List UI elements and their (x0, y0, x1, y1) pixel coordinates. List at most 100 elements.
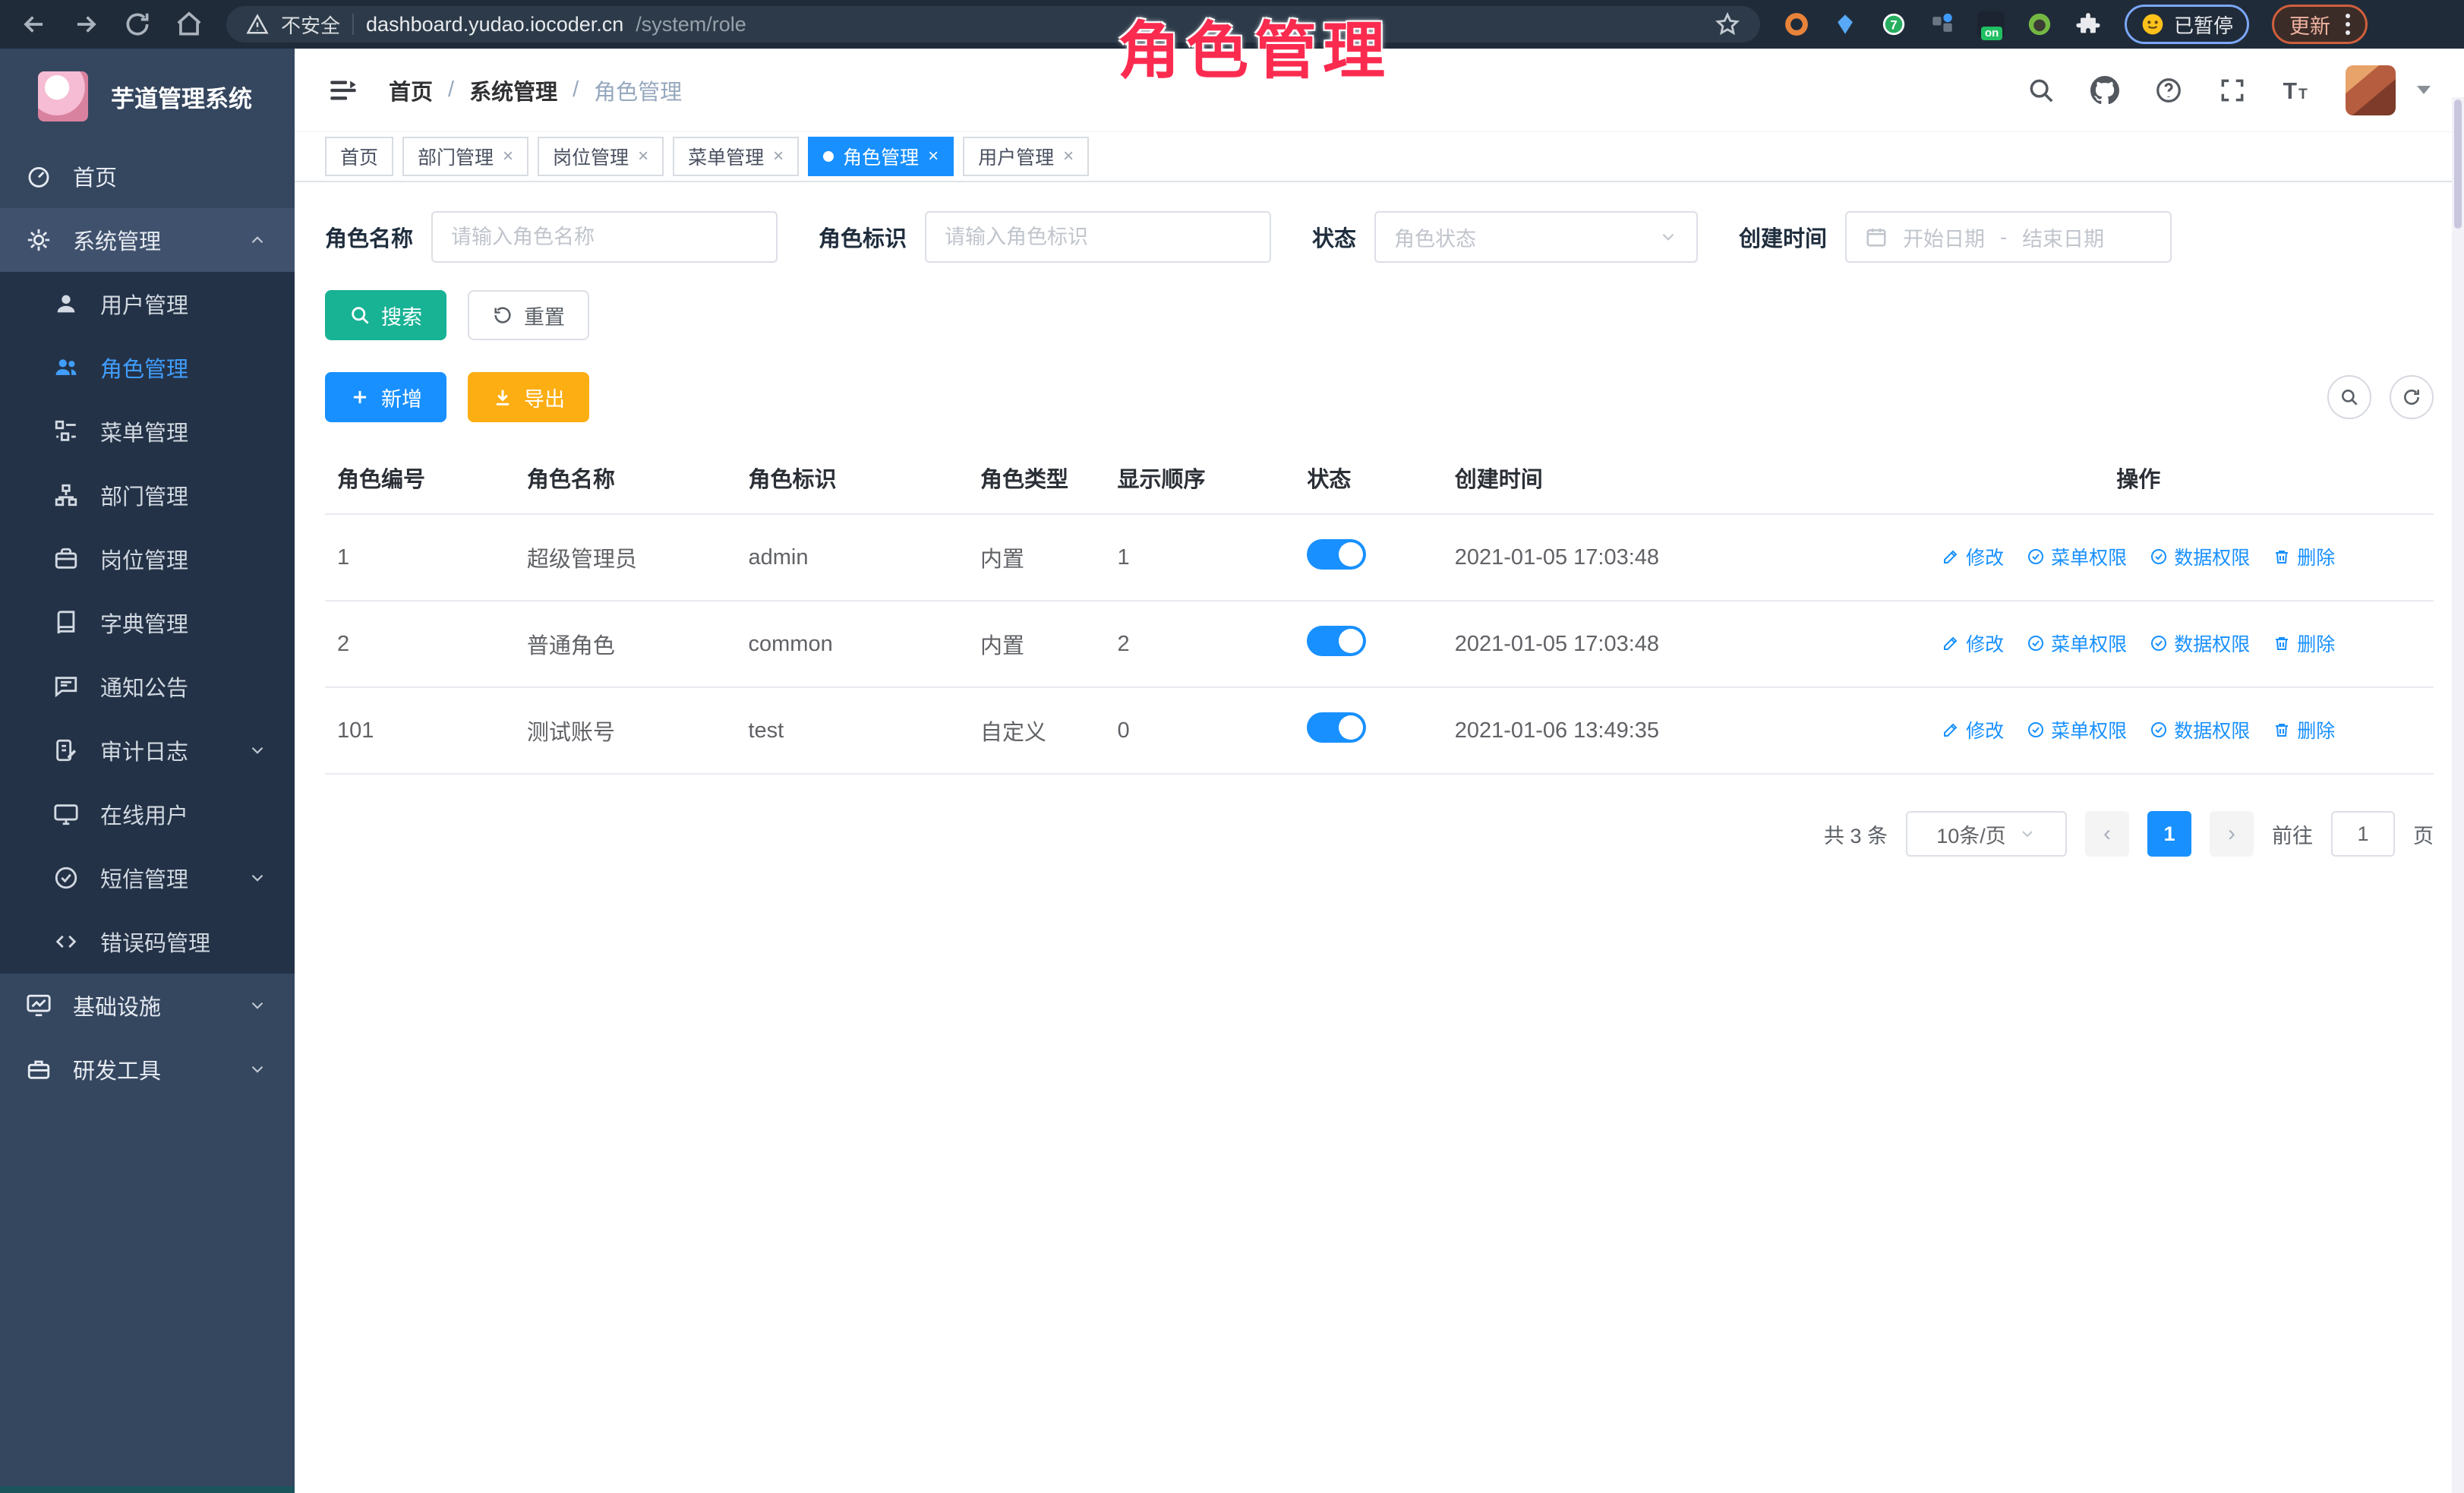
tab-用户管理[interactable]: 用户管理× (963, 137, 1089, 176)
delete-link[interactable]: 删除 (2273, 630, 2335, 657)
edit-link[interactable]: 修改 (1942, 630, 2004, 657)
forward-icon[interactable] (71, 10, 100, 39)
close-icon[interactable]: × (928, 147, 939, 166)
security-label: 不安全 (281, 11, 340, 39)
edit-link[interactable]: 修改 (1942, 716, 2004, 743)
export-button[interactable]: 导出 (468, 372, 589, 422)
status-toggle[interactable] (1307, 539, 1366, 570)
scrollbar-thumb[interactable] (2454, 99, 2462, 229)
role-key-input[interactable] (925, 211, 1271, 263)
sidebar-item-post[interactable]: 岗位管理 (0, 527, 295, 591)
kebab-menu-icon[interactable] (2346, 14, 2350, 35)
refresh-table-button[interactable] (2390, 375, 2434, 419)
vertical-scrollbar[interactable] (2452, 97, 2464, 1493)
tab-角色管理[interactable]: 角色管理× (808, 137, 954, 176)
sidebar-item-system[interactable]: 系统管理 (0, 208, 295, 272)
delete-link[interactable]: 删除 (2273, 543, 2335, 570)
sidebar-item-label: 用户管理 (100, 288, 188, 320)
extension-target-icon[interactable] (1783, 11, 1810, 38)
search-button[interactable]: 搜索 (325, 290, 446, 340)
sidebar-item-dict[interactable]: 字典管理 (0, 591, 295, 655)
extensions-puzzle-icon[interactable] (2074, 11, 2102, 38)
extension-grid-icon[interactable] (1929, 11, 1956, 38)
menu-perm-link[interactable]: 菜单权限 (2027, 630, 2127, 657)
sidebar-menu: 首页系统管理用户管理角色管理菜单管理部门管理岗位管理字典管理通知公告审计日志在线… (0, 144, 295, 1101)
sidebar-item-user[interactable]: 用户管理 (0, 272, 295, 336)
app-logo[interactable]: 芋道管理系统 (0, 49, 295, 144)
avatar[interactable] (2346, 65, 2396, 115)
status-toggle[interactable] (1307, 626, 1366, 656)
sidebar-item-infra[interactable]: 基础设施 (0, 974, 295, 1037)
close-icon[interactable]: × (503, 147, 513, 166)
browser-update-button[interactable]: 更新 (2272, 5, 2368, 44)
breadcrumb-item[interactable]: 首页 (389, 74, 433, 106)
github-icon[interactable] (2090, 76, 2119, 105)
breadcrumb-item[interactable]: 系统管理 (469, 74, 557, 106)
date-range-picker[interactable]: 开始日期 - 结束日期 (1845, 211, 2172, 263)
tab-部门管理[interactable]: 部门管理× (402, 137, 528, 176)
close-icon[interactable]: × (1063, 147, 1074, 166)
tab-首页[interactable]: 首页 (325, 137, 393, 176)
data-perm-link[interactable]: 数据权限 (2150, 543, 2250, 570)
hamburger-icon[interactable] (328, 75, 358, 106)
close-icon[interactable]: × (773, 147, 784, 166)
url-host: dashboard.yudao.iocoder.cn (366, 13, 623, 36)
check-circle-icon (2027, 721, 2045, 739)
extension-gem-icon[interactable] (1831, 11, 1859, 38)
role-name-input[interactable] (431, 211, 778, 263)
extensions-row: 7 on (1783, 11, 2102, 38)
sidebar-item-home[interactable]: 首页 (0, 144, 295, 208)
address-bar[interactable]: 不安全 dashboard.yudao.iocoder.cn /system/r… (226, 6, 1760, 43)
sidebar-item-role[interactable]: 角色管理 (0, 336, 295, 399)
edit-link[interactable]: 修改 (1942, 543, 2004, 570)
home-icon[interactable] (175, 10, 203, 39)
data-perm-link[interactable]: 数据权限 (2150, 716, 2250, 743)
chevron-down-icon (1658, 227, 1678, 247)
help-icon[interactable] (2154, 76, 2183, 105)
top-navbar: 首页/系统管理/角色管理 TT (295, 49, 2464, 132)
cell-role-type: 自定义 (968, 687, 1106, 774)
tab-岗位管理[interactable]: 岗位管理× (538, 137, 664, 176)
extension-on-icon[interactable]: on (1977, 11, 2005, 37)
sidebar-item-errcode[interactable]: 错误码管理 (0, 910, 295, 974)
extension-badge-icon[interactable]: 7 (1880, 11, 1907, 38)
next-page-button[interactable]: › (2210, 811, 2254, 857)
profile-paused-chip[interactable]: 已暂停 (2125, 5, 2249, 44)
sidebar-item-online[interactable]: 在线用户 (0, 782, 295, 846)
sidebar-item-menu[interactable]: 菜单管理 (0, 399, 295, 463)
sidebar-item-notice[interactable]: 通知公告 (0, 655, 295, 718)
status-label: 状态 (1312, 221, 1356, 253)
status-toggle[interactable] (1307, 712, 1366, 743)
infra-icon (26, 993, 52, 1018)
sidebar-item-dept[interactable]: 部门管理 (0, 463, 295, 527)
font-size-icon[interactable]: TT (2282, 76, 2311, 105)
page-size-select[interactable]: 10条/页 (1906, 811, 2067, 857)
sidebar-item-devtool[interactable]: 研发工具 (0, 1037, 295, 1101)
reload-icon[interactable] (123, 10, 152, 39)
fullscreen-icon[interactable] (2218, 76, 2247, 105)
menu-perm-link[interactable]: 菜单权限 (2027, 543, 2127, 570)
current-page-button[interactable]: 1 (2147, 811, 2191, 857)
status-select[interactable]: 角色状态 (1374, 211, 1698, 263)
menu-perm-link[interactable]: 菜单权限 (2027, 716, 2127, 743)
extension-monkey-icon[interactable] (2026, 11, 2053, 38)
prev-page-button[interactable]: ‹ (2085, 811, 2129, 857)
chevron-down-icon[interactable] (2417, 86, 2431, 94)
sidebar-item-sms[interactable]: 短信管理 (0, 846, 295, 910)
goto-page-input[interactable] (2331, 811, 2395, 857)
reset-button[interactable]: 重置 (468, 290, 589, 340)
sidebar-item-log[interactable]: 审计日志 (0, 718, 295, 782)
breadcrumb-separator: / (573, 77, 579, 103)
search-icon[interactable] (2027, 76, 2055, 105)
table-row: 1超级管理员admin内置12021-01-05 17:03:48修改菜单权限数… (325, 514, 2434, 601)
column-header: 状态 (1295, 442, 1442, 514)
bookmark-star-icon[interactable] (1715, 11, 1740, 37)
add-button[interactable]: 新增 (325, 372, 446, 422)
back-icon[interactable] (20, 10, 49, 39)
toggle-search-button[interactable] (2327, 375, 2371, 419)
delete-link[interactable]: 删除 (2273, 716, 2335, 743)
tab-菜单管理[interactable]: 菜单管理× (673, 137, 799, 176)
trash-icon (2273, 634, 2291, 652)
close-icon[interactable]: × (638, 147, 648, 166)
data-perm-link[interactable]: 数据权限 (2150, 630, 2250, 657)
